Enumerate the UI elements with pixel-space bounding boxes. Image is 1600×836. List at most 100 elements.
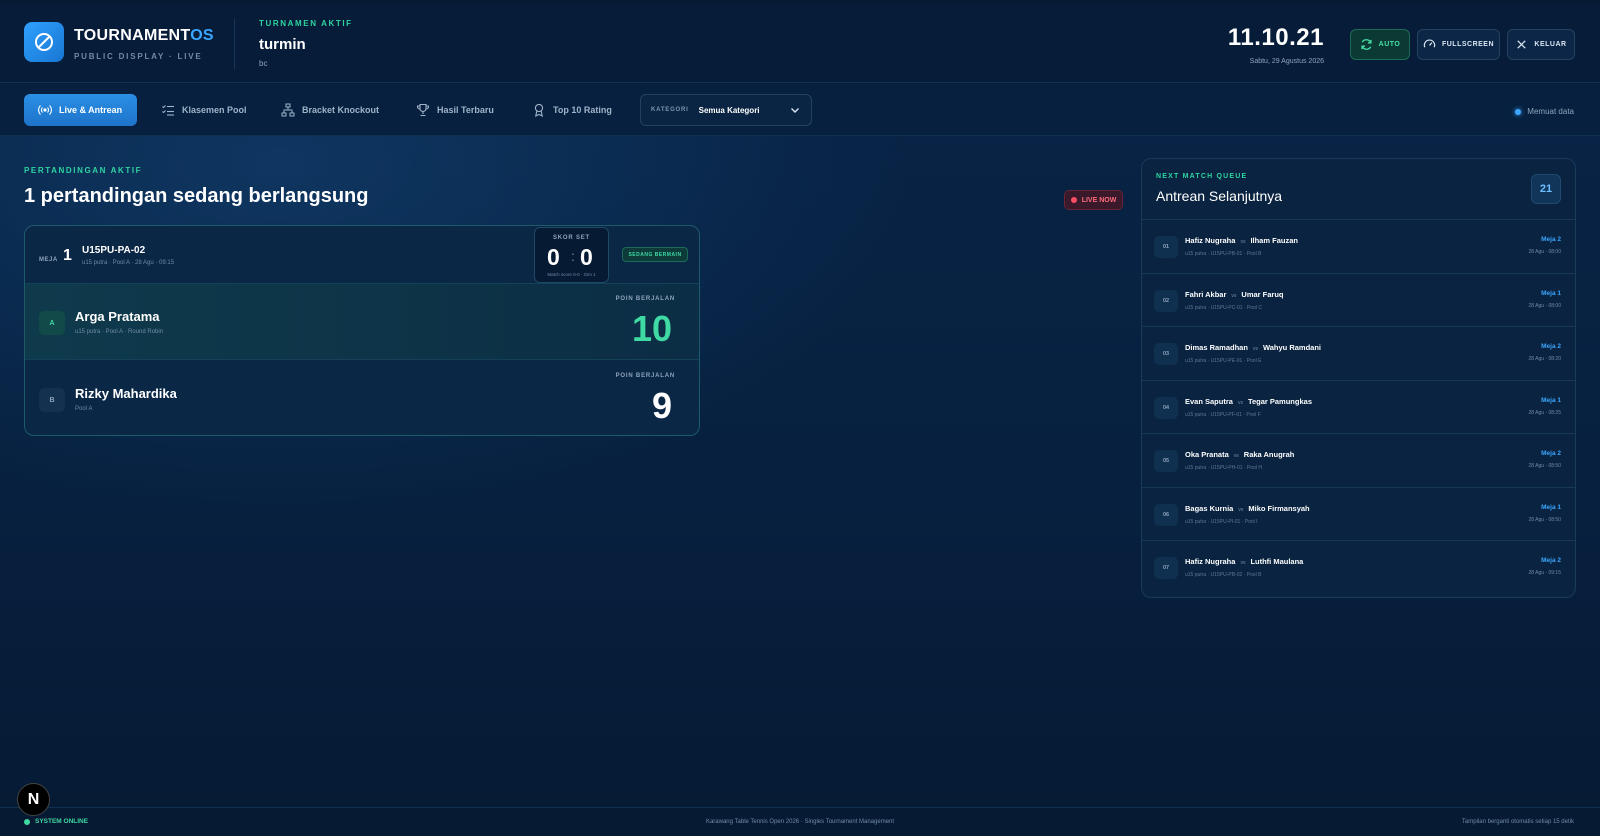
queue-players: Fahri Akbar vs Umar Faruq <box>1185 290 1284 299</box>
queue-number: 02 <box>1154 289 1178 312</box>
score-label: SKOR SET <box>552 235 591 241</box>
player-points: 10 <box>631 308 672 349</box>
tab-klasemen-pool[interactable]: Klasemen Pool <box>147 94 261 126</box>
tab-label: Klasemen Pool <box>182 105 247 115</box>
queue-meja: Meja 1 <box>1541 289 1561 297</box>
queue-meja: Meja 2 <box>1541 557 1561 564</box>
player-name: Rizky Mahardika <box>75 386 177 401</box>
vs-label: vs <box>1237 399 1243 406</box>
player-2: Tegar Pamungkas <box>1247 396 1312 406</box>
queue-time: 28 Agu · 08:00 <box>1528 302 1561 309</box>
points-label: POIN BERJALAN <box>615 373 675 379</box>
queue-meta: u15 putra · U15PU-PF-01 · Pool F <box>1185 411 1261 418</box>
queue-players: Hafiz Nugraha vs Ilham Fauzan <box>1185 236 1298 245</box>
queue-list: 01 Hafiz Nugraha vs Ilham Fauzan u15 putra… <box>1142 219 1575 594</box>
queue-meja: Meja 2 <box>1541 450 1561 457</box>
clock-date: Sabtu, 29 Agustus 2026 <box>1249 58 1324 65</box>
trophy-icon <box>416 103 430 117</box>
queue-item[interactable]: 02 Fahri Akbar vs Umar Faruq u15 putra · U… <box>1142 272 1575 327</box>
player-2: Umar Faruq <box>1241 289 1284 299</box>
close-icon <box>1517 40 1527 49</box>
player-badge: B <box>39 388 65 412</box>
match-header: MEJA 1 U15PU-PA-02 u15 putra · Pool A · … <box>25 226 699 284</box>
queue-players: Hafiz Nugraha vs Luthfi Maulana <box>1185 557 1303 566</box>
bracket-icon <box>281 103 295 117</box>
player-2: Luthfi Maulana <box>1250 557 1304 566</box>
tab-live-antrean[interactable]: Live & Antrean <box>24 94 137 126</box>
set-score-box: SKOR SET 0 : 0 Match score 0-0 · Gim 1 <box>534 227 609 283</box>
award-icon <box>534 103 544 117</box>
queue-number: 07 <box>1154 557 1178 579</box>
score-sub: Match score 0-0 · Gim 1 <box>547 272 596 277</box>
footer-title: Karawang Table Tennis Open 2026 · Single… <box>705 819 895 825</box>
nav-bar: Live & Antrean Klasemen Pool Bracket Kno… <box>0 83 1600 136</box>
queue-meta: u15 putra · U15PU-PB-02 · Pool B <box>1185 572 1262 578</box>
loading-dot <box>1515 108 1522 115</box>
player-1: Fahri Akbar <box>1185 289 1227 299</box>
dev-tools-button[interactable]: N <box>17 783 50 816</box>
active-section-title: 1 pertandingan sedang berlangsung <box>24 185 369 207</box>
vs-label: vs <box>1238 506 1244 513</box>
tab-label: Top 10 Rating <box>553 105 612 115</box>
queue-item[interactable]: 01 Hafiz Nugraha vs Ilham Fauzan u15 putra… <box>1142 219 1575 273</box>
category-select[interactable]: KATEGORI Semua Kategori <box>640 94 812 126</box>
clock-time: 11.10.21 <box>1227 24 1324 51</box>
player-name: Arga Pratama <box>75 309 160 324</box>
meja-number: 1 <box>63 247 72 264</box>
tab-bracket-knockout[interactable]: Bracket Knockout <box>267 94 393 126</box>
player-row-a: A Arga Pratama u15 putra · Pool A · Roun… <box>25 284 699 360</box>
fullscreen-label: FULLSCREEN <box>1441 41 1495 48</box>
player-1: Dimas Ramadhan <box>1185 343 1248 352</box>
queue-time: 28 Agu · 08:00 <box>1528 249 1561 255</box>
keluar-label: KELUAR <box>1534 41 1567 48</box>
queue-item[interactable]: 05 Oka Pranata vs Raka Anugrah u15 putra ·… <box>1142 433 1575 487</box>
tab-hasil-terbaru[interactable]: Hasil Terbaru <box>402 94 508 126</box>
queue-time: 28 Agu · 08:25 <box>1528 409 1561 416</box>
brand-subtitle: PUBLIC DISPLAY · LIVE <box>74 52 203 61</box>
queue-time: 28 Agu · 09:15 <box>1528 570 1561 576</box>
loading-text: Memuat data <box>1527 107 1574 116</box>
auto-button[interactable]: AUTO <box>1350 29 1410 60</box>
auto-label: AUTO <box>1378 41 1401 48</box>
score-a: 0 <box>547 244 560 270</box>
queue-number: 06 <box>1154 503 1178 526</box>
player-1: Oka Pranata <box>1185 450 1229 459</box>
footer-rotation-note: Tampilan berganti otomatis setiap 15 det… <box>1461 819 1574 825</box>
points-label: POIN BERJALAN <box>615 296 675 302</box>
tab-top-10-rating[interactable]: Top 10 Rating <box>518 94 626 126</box>
player-row-b: B Rizky Mahardika Pool A POIN BERJALAN 9 <box>25 361 699 435</box>
vs-label: vs <box>1252 346 1258 352</box>
match-meta: u15 putra · Pool A · 28 Agu · 09:15 <box>82 260 175 266</box>
tournament-name: turmin <box>259 36 306 53</box>
queue-time: 28 Agu · 08:50 <box>1528 516 1561 523</box>
keluar-button[interactable]: KELUAR <box>1507 29 1575 60</box>
queue-item[interactable]: 06 Bagas Kurnia vs Miko Firmansyah u15 put… <box>1142 486 1575 541</box>
category-value: Semua Kategori <box>698 105 760 115</box>
queue-item[interactable]: 03 Dimas Ramadhan vs Wahyu Ramdani u15 put… <box>1142 326 1575 380</box>
tab-label: Bracket Knockout <box>302 105 380 115</box>
queue-time: 28 Agu · 08:50 <box>1528 463 1561 469</box>
tournament-sub: bc <box>259 59 268 68</box>
player-2: Wahyu Ramdani <box>1262 343 1322 352</box>
queue-meja: Meja 1 <box>1541 503 1561 511</box>
vs-label: vs <box>1240 560 1246 566</box>
fullscreen-button[interactable]: FULLSCREEN <box>1417 29 1500 60</box>
queue-meta: u15 putra · U15PU-PE-01 · Pool E <box>1185 358 1262 364</box>
queue-title: Antrean Selanjutnya <box>1156 188 1283 204</box>
queue-number: 03 <box>1154 343 1178 365</box>
player-1: Hafiz Nugraha <box>1185 236 1236 245</box>
player-points: 9 <box>651 385 672 426</box>
queue-item[interactable]: 07 Hafiz Nugraha vs Luthfi Maulana u15 put… <box>1142 540 1575 594</box>
queue-item[interactable]: 04 Evan Saputra vs Tegar Pamungkas u15 put… <box>1142 379 1575 434</box>
gauge-icon <box>1423 39 1436 48</box>
queue-meta: u15 putra · U15PU-PH-01 · Pool H <box>1185 465 1262 471</box>
list-check-icon <box>162 105 174 116</box>
logo-icon <box>24 22 64 62</box>
active-match-card[interactable]: MEJA 1 U15PU-PA-02 u15 putra · Pool A · … <box>24 225 700 436</box>
score-b: 0 <box>580 244 593 270</box>
score-separator: : <box>571 248 575 264</box>
match-queue-panel: NEXT MATCH QUEUE Antrean Selanjutnya 21 … <box>1141 158 1576 598</box>
queue-count-badge: 21 <box>1531 174 1561 204</box>
player-1: Hafiz Nugraha <box>1185 557 1236 566</box>
header-divider <box>234 19 235 69</box>
